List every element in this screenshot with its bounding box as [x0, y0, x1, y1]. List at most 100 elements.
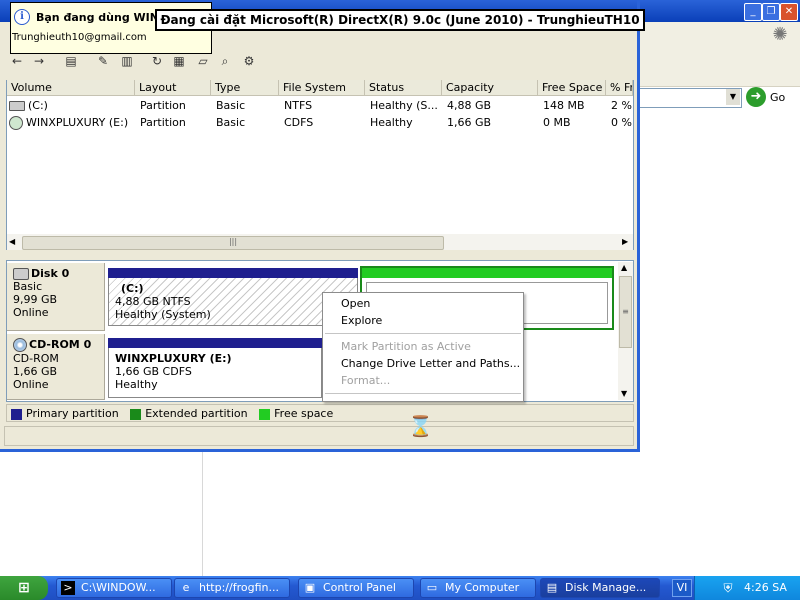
menu-separator: [325, 393, 521, 394]
close-icon[interactable]: ✕: [780, 3, 798, 21]
taskbar-item-control-panel[interactable]: ▣ Control Panel: [298, 578, 414, 598]
scroll-right-icon[interactable]: ▶: [622, 236, 628, 248]
volume-free-space: 148 MB: [543, 99, 585, 112]
menu-separator: [325, 333, 521, 334]
primary-partition-bar: [108, 268, 358, 278]
rescan-icon[interactable]: ▦: [170, 52, 188, 70]
language-indicator[interactable]: VI: [672, 579, 692, 597]
security-shield-icon[interactable]: ⛨: [720, 580, 736, 596]
show-hide-tree-icon[interactable]: ▥: [118, 52, 136, 70]
chevron-down-icon[interactable]: ▼: [726, 89, 740, 105]
context-menu: Open Explore Mark Partition as Active Ch…: [322, 292, 524, 402]
cdrom-0-label[interactable]: CD-ROM 0 CD-ROM 1,66 GB Online: [7, 334, 105, 400]
scroll-left-icon[interactable]: ◀: [9, 236, 15, 248]
partition-name: (C:): [121, 282, 144, 295]
hard-disk-icon: [13, 268, 29, 280]
disk-name: CD-ROM 0: [29, 338, 92, 351]
disk-type: Basic: [13, 280, 43, 293]
clock[interactable]: 4:26 SA: [744, 576, 787, 600]
partition-name: WINXPLUXURY (E:): [115, 352, 232, 365]
cd-drive-icon: [9, 116, 23, 130]
taskbar-item-cmd[interactable]: > C:\WINDOW...: [56, 578, 172, 598]
taskbar-item-disk-management[interactable]: ▤ Disk Manage...: [540, 578, 660, 598]
partition-e-body: WINXPLUXURY (E:) 1,66 GB CDFS Healthy: [108, 348, 322, 398]
partition-size: 4,88 GB NTFS: [115, 295, 191, 308]
column-header-capacity[interactable]: Capacity: [442, 80, 538, 96]
menu-item-format[interactable]: Format...: [341, 372, 390, 389]
taskbar-item-browser[interactable]: e http://frogfin...: [174, 578, 290, 598]
column-header-layout[interactable]: Layout: [135, 80, 211, 96]
hard-drive-icon: [9, 101, 25, 111]
properties-icon[interactable]: ✎: [94, 52, 112, 70]
disk-0-label[interactable]: Disk 0 Basic 9,99 GB Online: [7, 263, 105, 331]
balloon-email: Trunghieuth10@gmail.com: [12, 32, 147, 43]
volume-percent-free: 0 %: [611, 116, 632, 129]
partition-c-body: (C:) 4,88 GB NTFS Healthy (System): [108, 278, 358, 326]
ie-icon: e: [182, 581, 190, 594]
go-arrow-icon[interactable]: ➜: [746, 87, 766, 107]
column-header-percent-free[interactable]: % Fr: [606, 80, 633, 96]
volume-type: Basic: [216, 99, 246, 112]
go-button[interactable]: Go: [770, 91, 785, 104]
scroll-down-icon[interactable]: ▼: [621, 389, 627, 398]
control-panel-icon: ▣: [304, 581, 316, 594]
open-folder-icon[interactable]: ▱: [194, 52, 212, 70]
extended-swatch: [130, 408, 142, 420]
background-window-pane: [0, 452, 203, 576]
forward-arrow-icon[interactable]: →: [30, 52, 48, 70]
partition-status: Healthy: [115, 378, 158, 391]
volume-file-system: NTFS: [284, 99, 313, 112]
search-icon[interactable]: ⌕: [216, 52, 234, 70]
refresh-icon[interactable]: ↻: [148, 52, 166, 70]
legend-extended: Extended partition: [145, 407, 248, 420]
volume-status: Healthy: [370, 116, 413, 129]
taskbar-item-my-computer[interactable]: ▭ My Computer: [420, 578, 536, 598]
volume-free-space: 0 MB: [543, 116, 571, 129]
legend-primary: Primary partition: [26, 407, 119, 420]
windows-logo-icon: ⊞: [18, 580, 30, 596]
start-button[interactable]: ⊞: [0, 576, 48, 600]
disk-type: CD-ROM: [13, 352, 59, 365]
scroll-up-icon[interactable]: ▲: [621, 263, 627, 272]
back-arrow-icon[interactable]: ←: [8, 52, 26, 70]
menu-item-change-drive-letter[interactable]: Change Drive Letter and Paths...: [341, 355, 520, 372]
status-bar: [4, 426, 634, 446]
partition-e[interactable]: WINXPLUXURY (E:) 1,66 GB CDFS Healthy: [108, 338, 322, 398]
vertical-scroll-thumb[interactable]: ≡: [619, 276, 632, 348]
volume-file-system: CDFS: [284, 116, 314, 129]
menu-item-explore[interactable]: Explore: [341, 312, 382, 329]
minimize-icon[interactable]: _: [744, 3, 762, 21]
column-header-status[interactable]: Status: [365, 80, 442, 96]
settings-icon[interactable]: ⚙: [240, 52, 258, 70]
hourglass-cursor-icon: ⌛: [408, 414, 433, 438]
horizontal-scroll-thumb[interactable]: |||: [22, 236, 444, 250]
task-label: My Computer: [445, 581, 520, 594]
table-row[interactable]: [7, 98, 634, 114]
menu-item-open[interactable]: Open: [341, 295, 370, 312]
partition-legend: Primary partition Extended partition Fre…: [6, 404, 634, 422]
loading-spinner-icon: ✺: [772, 24, 788, 45]
volume-name: (C:): [28, 99, 48, 112]
task-label: http://frogfin...: [199, 581, 279, 594]
cmd-icon: >: [61, 581, 75, 595]
cd-rom-icon: [13, 338, 27, 352]
column-header-free-space[interactable]: Free Space: [538, 80, 606, 96]
volume-layout: Partition: [140, 116, 186, 129]
legend-free: Free space: [274, 407, 334, 420]
task-label: C:\WINDOW...: [81, 581, 156, 594]
partition-c[interactable]: (C:) 4,88 GB NTFS Healthy (System): [108, 268, 358, 326]
volume-status: Healthy (S...: [370, 99, 438, 112]
column-header-file-system[interactable]: File System: [279, 80, 365, 96]
disk-state: Online: [13, 378, 49, 391]
volume-percent-free: 2 %: [611, 99, 632, 112]
disk-size: 1,66 GB: [13, 365, 58, 378]
up-level-icon[interactable]: ▤: [62, 52, 80, 70]
free-space-swatch: [259, 408, 271, 420]
installer-title: Đang cài đặt Microsoft(R) DirectX(R) 9.0…: [155, 9, 645, 31]
column-header-type[interactable]: Type: [211, 80, 279, 96]
primary-partition-bar: [108, 338, 322, 348]
maximize-icon[interactable]: ❐: [762, 3, 780, 21]
task-label: Disk Manage...: [565, 581, 647, 594]
menu-item-mark-active[interactable]: Mark Partition as Active: [341, 338, 471, 355]
column-header-volume[interactable]: Volume: [7, 80, 135, 96]
